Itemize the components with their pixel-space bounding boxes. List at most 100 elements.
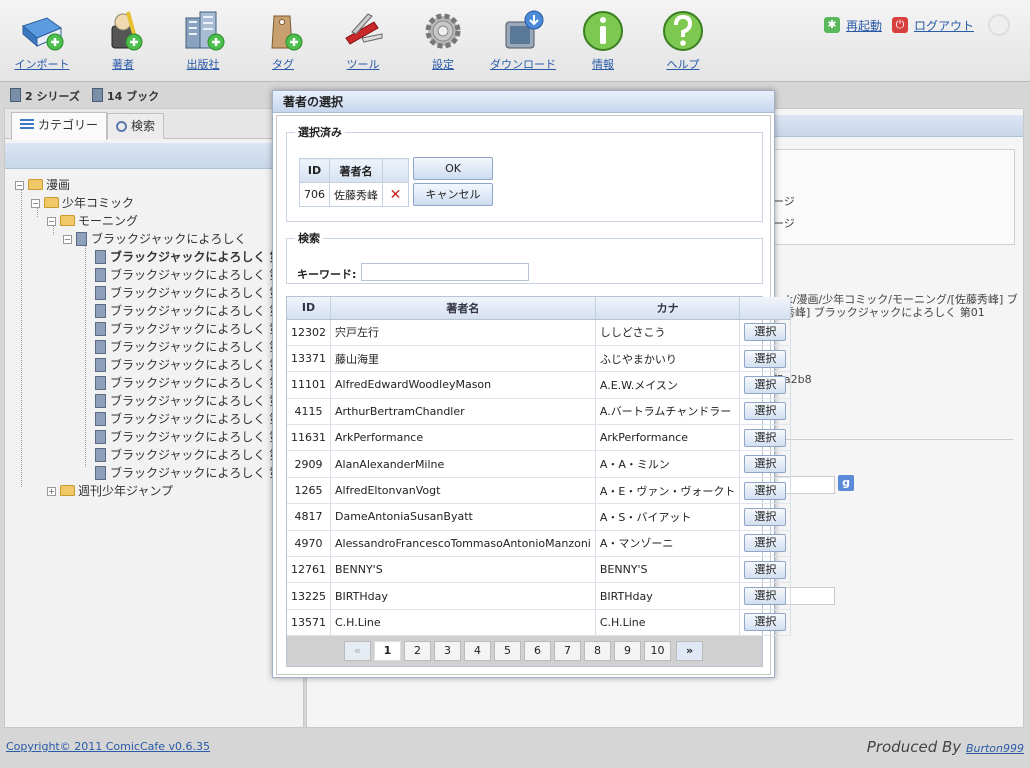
tree-node-volume[interactable]: ブラックジャックによろしく 第 [95, 267, 281, 283]
author-link[interactable]: Burton999 [966, 742, 1024, 755]
folder-icon [60, 215, 75, 226]
toolbar-settings-label: 設定 [432, 58, 454, 71]
tree-node-volume[interactable]: ブラックジャックによろしく 第 [95, 465, 281, 481]
toolbar-tag-button[interactable]: タグ [247, 8, 319, 76]
selected-action-header [382, 158, 409, 183]
dialog-body: 選択済み ID 著者名 706 佐藤秀峰 ✕ OK キャンセル 検索 キーワード… [276, 115, 792, 675]
result-id-cell: 12761 [287, 556, 331, 584]
tree-node-volume[interactable]: ブラックジャックによろしく 第 [95, 357, 281, 373]
select-author-button[interactable]: 選択 [744, 323, 787, 342]
pager-page-button[interactable]: 10 [644, 641, 671, 662]
tree-node-volume[interactable]: ブラックジャックによろしく 第 [95, 393, 281, 409]
remove-button[interactable]: ✕ [382, 182, 409, 207]
pager-page-button[interactable]: 3 [434, 641, 461, 662]
result-row: 2909 AlanAlexanderMilne A・A・ミルン 選択 [287, 450, 792, 478]
toolbar-author-button[interactable]: 著者 [87, 8, 159, 76]
tree-node-jump[interactable]: + 週刊少年ジャンプ [47, 483, 173, 499]
collapse-icon[interactable]: − [63, 235, 72, 244]
toolbar-help-button[interactable]: ヘルプ [647, 8, 719, 76]
pager-page-button[interactable]: 5 [494, 641, 521, 662]
result-kana-cell: A.E.W.メイスン [595, 371, 741, 399]
tree-node-volume[interactable]: ブラックジャックによろしく 第 [95, 249, 282, 265]
toolbar-download-button[interactable]: ダウンロード [487, 8, 559, 76]
restart-link[interactable]: 再起動 [846, 17, 882, 34]
select-author-button[interactable]: 選択 [744, 613, 787, 632]
collapse-icon[interactable]: − [47, 217, 56, 226]
tree-node-volume[interactable]: ブラックジャックによろしく 第 [95, 303, 281, 319]
select-author-button[interactable]: 選択 [744, 587, 787, 606]
toolbar-tools-button[interactable]: ツール [327, 8, 399, 76]
toolbar-tools-label: ツール [346, 58, 380, 71]
result-row: 1265 AlfredEltonvanVogt A・E・ヴァン・ヴォークト 選択 [287, 477, 792, 505]
result-id-cell: 12302 [287, 319, 331, 346]
tree-node-series[interactable]: − ブラックジャックによろしく [63, 231, 246, 247]
tree-node-volume[interactable]: ブラックジャックによろしく 第 [95, 447, 281, 463]
result-action-cell: 選択 [739, 556, 792, 584]
pager-page-button[interactable]: 2 [404, 641, 431, 662]
select-author-button[interactable]: 選択 [744, 534, 787, 553]
select-author-button[interactable]: 選択 [744, 481, 787, 500]
tree-node-volume[interactable]: ブラックジャックによろしく 第 [95, 375, 281, 391]
pager-page-button[interactable]: 9 [614, 641, 641, 662]
result-name-cell: C.H.Line [330, 609, 596, 637]
result-kana-cell: BIRTHday [595, 582, 741, 610]
author-icon [111, 11, 143, 51]
tree-node-volume[interactable]: ブラックジャックによろしく 第 [95, 339, 281, 355]
copyright-link[interactable]: Copyright© 2011 ComicCafe v0.6.35 [6, 740, 210, 753]
keyword-label: キーワード: [297, 268, 357, 281]
select-author-button[interactable]: 選択 [744, 349, 787, 368]
tree-node-volume[interactable]: ブラックジャックによろしく 第 [95, 411, 281, 427]
ok-button[interactable]: OK [413, 157, 493, 180]
tree-node-volume[interactable]: ブラックジャックによろしく 第 [95, 321, 281, 337]
pager-page-button[interactable]: 8 [584, 641, 611, 662]
select-author-button[interactable]: 選択 [744, 375, 787, 394]
book-icon [95, 358, 106, 372]
result-row: 4115 ArthurBertramChandler A.バートラムチャンドラー 選択 [287, 398, 792, 426]
result-action-cell: 選択 [739, 450, 792, 478]
select-author-button[interactable]: 選択 [744, 402, 787, 421]
tab-category[interactable]: カテゴリー [11, 112, 108, 140]
collapse-icon[interactable]: − [15, 181, 24, 190]
tree-node-volume[interactable]: ブラックジャックによろしく 第 [95, 429, 281, 445]
logout-link[interactable]: ログアウト [914, 17, 974, 34]
result-name-cell: 藤山海里 [330, 345, 596, 373]
results-kana-header[interactable]: カナ [595, 297, 741, 320]
select-author-button[interactable]: 選択 [744, 560, 787, 579]
tree-node-morning[interactable]: − モーニング [47, 213, 138, 229]
pager-prev-button[interactable]: « [344, 641, 371, 662]
result-row: 4817 DameAntoniaSusanByatt A・S・バイアット 選択 [287, 503, 792, 531]
select-author-button[interactable]: 選択 [744, 455, 787, 474]
pagination: « 1 2 3 4 5 6 7 8 9 10 » [287, 636, 762, 667]
cancel-button[interactable]: キャンセル [413, 183, 493, 206]
result-name-cell: ArkPerformance [330, 424, 596, 452]
tree-node-volume[interactable]: ブラックジャックによろしく 第 [95, 285, 281, 301]
tree-node-manga[interactable]: − 漫画 [15, 177, 70, 193]
toolbar-settings-button[interactable]: 設定 [407, 8, 479, 76]
results-name-header[interactable]: 著者名 [330, 297, 596, 320]
detail-path-line2: 藤秀峰] ブラックジャックによろしく 第01 [773, 306, 985, 319]
toolbar-publisher-button[interactable]: 出版社 [167, 8, 239, 76]
tab-search[interactable]: 検索 [107, 113, 165, 139]
pager-page-button[interactable]: 7 [554, 641, 581, 662]
selected-table: ID 著者名 706 佐藤秀峰 ✕ [299, 158, 409, 207]
result-id-cell: 13371 [287, 345, 331, 373]
select-author-button[interactable]: 選択 [744, 428, 787, 447]
toolbar-import-button[interactable]: インポート [6, 8, 78, 76]
collapse-icon[interactable]: − [31, 199, 40, 208]
select-author-button[interactable]: 選択 [744, 507, 787, 526]
keyword-input[interactable] [361, 263, 529, 281]
results-id-header[interactable]: ID [287, 297, 331, 320]
book-icon [95, 466, 106, 480]
result-kana-cell: A.バートラムチャンドラー [595, 398, 741, 426]
pager-page-button[interactable]: 6 [524, 641, 551, 662]
expand-icon[interactable]: + [47, 487, 56, 496]
tree-node-shonen[interactable]: − 少年コミック [31, 195, 134, 211]
result-id-cell: 4115 [287, 398, 331, 426]
google-search-icon[interactable]: g [838, 475, 854, 491]
book-icon [95, 322, 106, 336]
pager-next-button[interactable]: » [676, 641, 703, 662]
toolbar-info-button[interactable]: 情報 [567, 8, 639, 76]
book-icon [95, 286, 106, 300]
pager-page-button[interactable]: 4 [464, 641, 491, 662]
pager-page-button[interactable]: 1 [374, 641, 401, 662]
